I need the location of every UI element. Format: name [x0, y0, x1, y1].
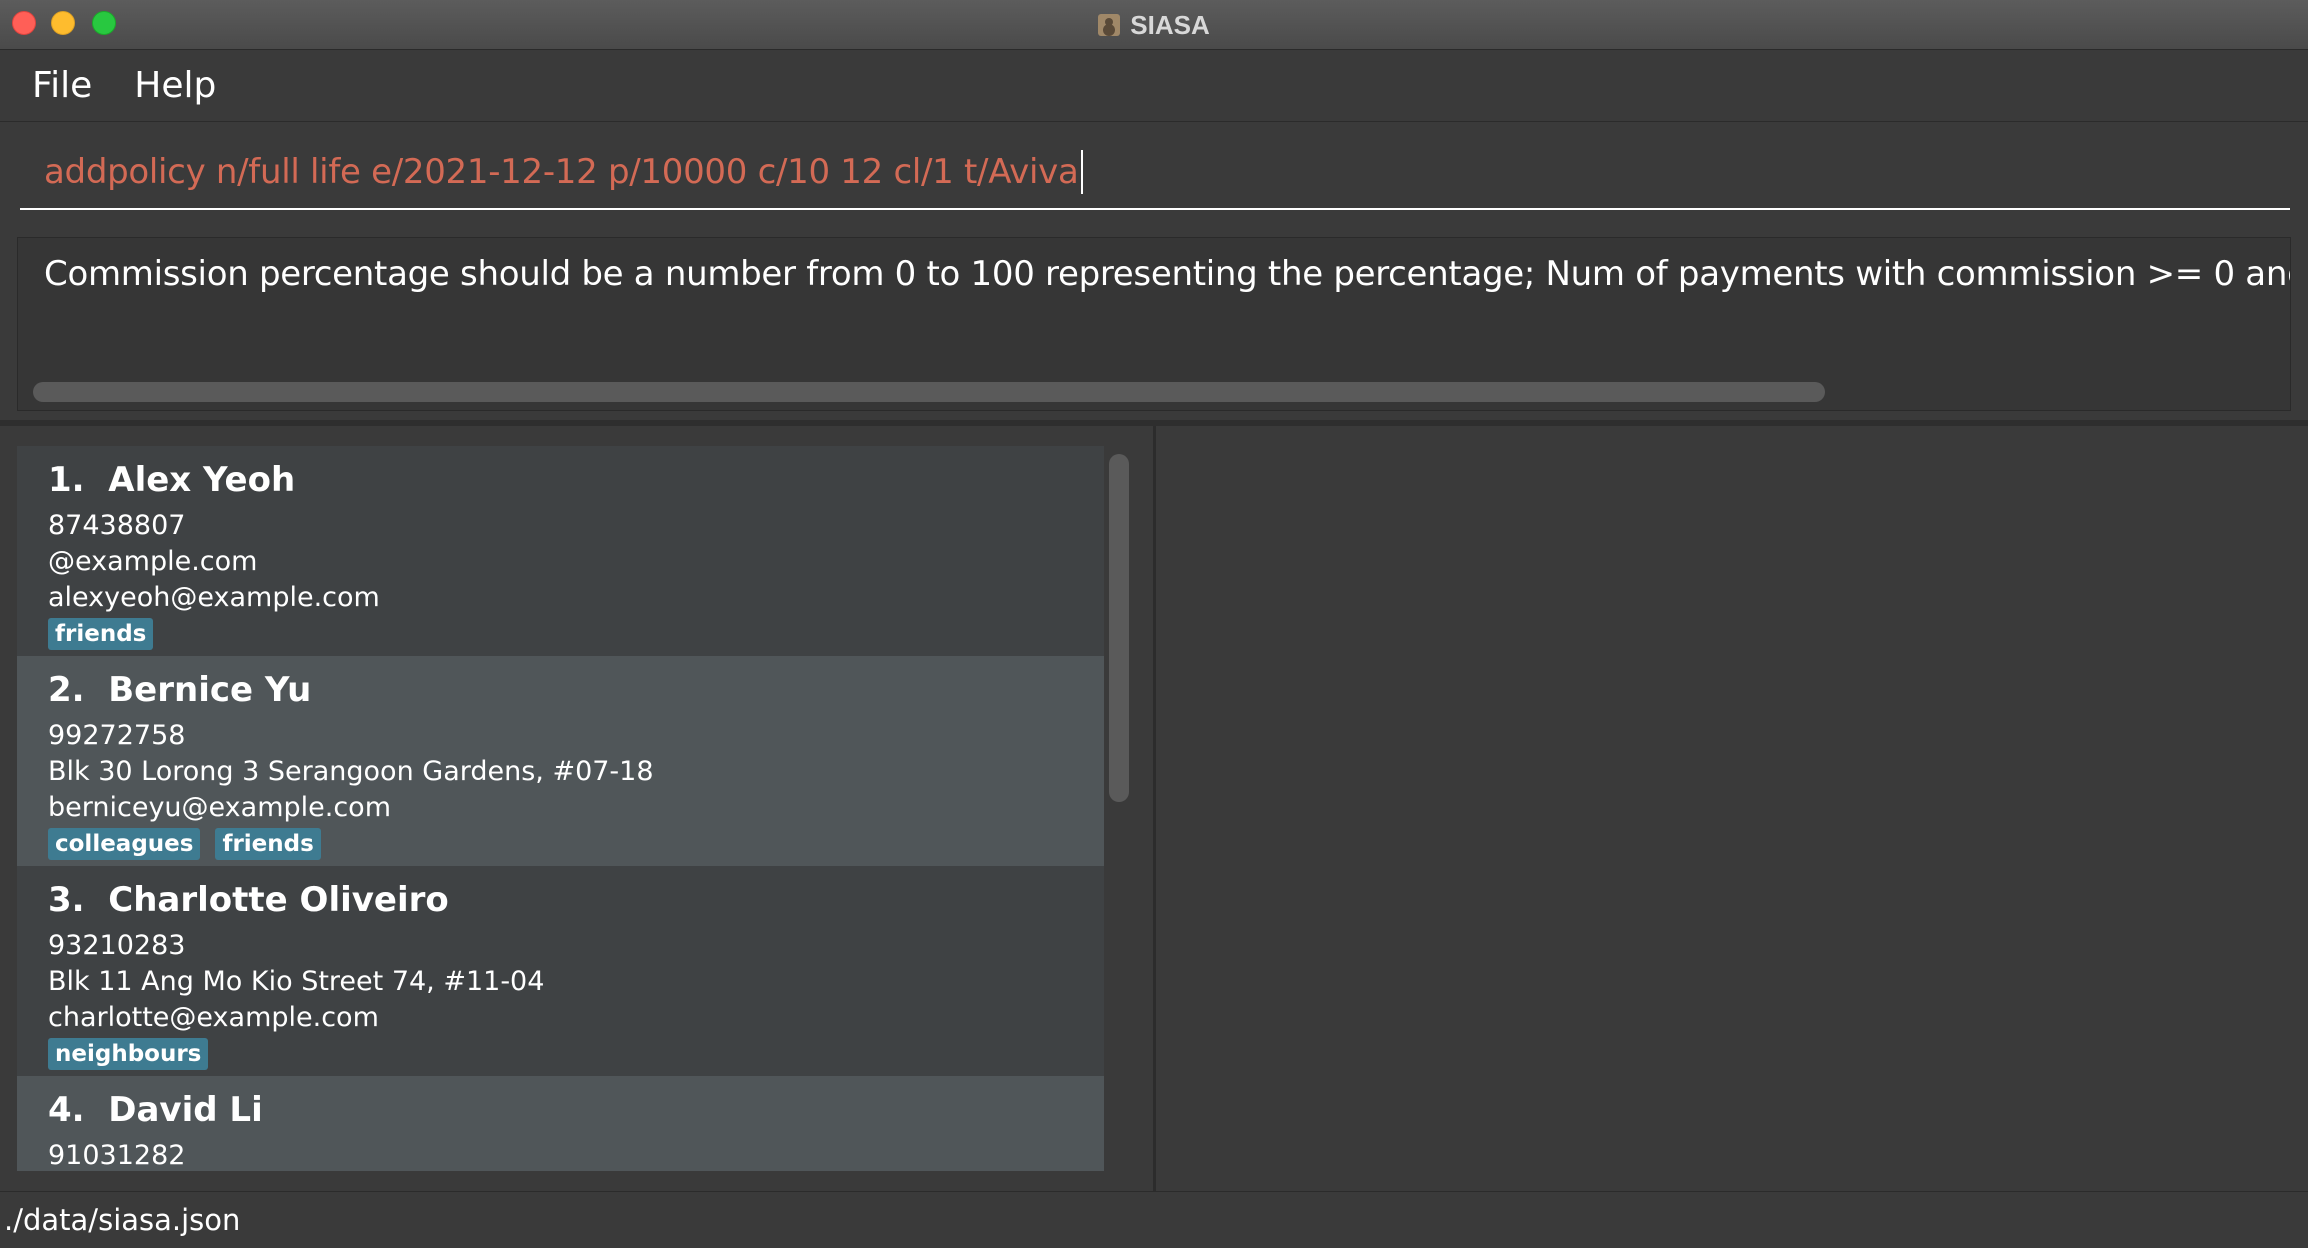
- person-tags: friends: [48, 618, 1104, 650]
- person-name: 3. Charlotte Oliveiro: [48, 880, 1104, 928]
- text-caret: [1080, 149, 1083, 194]
- person-list-vertical-scrollbar[interactable]: [1109, 454, 1129, 802]
- window-title: SIASA: [1130, 9, 1210, 40]
- person-name: 2. Bernice Yu: [48, 670, 1104, 718]
- tag-badge: friends: [48, 618, 154, 650]
- menu-bar: File Help: [0, 50, 2308, 122]
- person-name: 1. Alex Yeoh: [48, 460, 1104, 508]
- save-file-path: ./data/siasa.json: [4, 1203, 241, 1237]
- person-index: 2.: [48, 670, 85, 710]
- person-email: charlotte@example.com: [48, 1002, 379, 1033]
- person-card[interactable]: 2. Bernice Yu 99272758 Blk 30 Lorong 3 S…: [17, 656, 1104, 866]
- menu-help[interactable]: Help: [134, 65, 216, 106]
- person-card[interactable]: 3. Charlotte Oliveiro 93210283 Blk 11 An…: [17, 866, 1104, 1076]
- title-bar: SIASA: [0, 0, 2308, 50]
- tag-badge: colleagues: [48, 828, 201, 860]
- person-card[interactable]: 4. David Li 91031282: [17, 1076, 1104, 1171]
- person-list-panel: 1. Alex Yeoh 87438807 @example.com alexy…: [0, 426, 1153, 1191]
- person-name-text: David Li: [108, 1090, 263, 1130]
- tag-badge: neighbours: [48, 1038, 209, 1070]
- person-address: Blk 30 Lorong 3 Serangoon Gardens, #07-1…: [48, 756, 654, 787]
- status-bar: ./data/siasa.json: [0, 1191, 2308, 1248]
- person-name-text: Alex Yeoh: [108, 460, 296, 500]
- person-index: 3.: [48, 880, 85, 920]
- person-address: Blk 11 Ang Mo Kio Street 74, #11-04: [48, 966, 545, 997]
- person-index: 4.: [48, 1090, 85, 1130]
- person-tags: neighbours: [48, 1038, 1104, 1070]
- person-phone: 87438807: [48, 510, 186, 541]
- command-input[interactable]: addpolicy n/full life e/2021-12-12 p/100…: [20, 135, 2290, 210]
- person-index: 1.: [48, 460, 85, 500]
- result-horizontal-scrollbar[interactable]: [33, 382, 1825, 402]
- command-box-area: addpolicy n/full life e/2021-12-12 p/100…: [0, 123, 2308, 228]
- result-display: Commission percentage should be a number…: [17, 237, 2291, 411]
- person-card[interactable]: 1. Alex Yeoh 87438807 @example.com alexy…: [17, 446, 1104, 656]
- person-name-text: Bernice Yu: [108, 670, 312, 710]
- person-tags: colleagues friends: [48, 828, 1104, 860]
- menu-file[interactable]: File: [32, 65, 92, 106]
- person-list: 1. Alex Yeoh 87438807 @example.com alexy…: [17, 446, 1104, 1171]
- app-person-icon: [1098, 14, 1121, 36]
- detail-panel: [1156, 426, 2308, 1191]
- person-email: berniceyu@example.com: [48, 792, 391, 823]
- person-name-text: Charlotte Oliveiro: [108, 880, 449, 920]
- person-phone: 93210283: [48, 930, 186, 961]
- person-name: 4. David Li: [48, 1090, 1104, 1138]
- person-phone: 99272758: [48, 720, 186, 751]
- tag-badge: friends: [215, 828, 321, 860]
- command-input-text: addpolicy n/full life e/2021-12-12 p/100…: [44, 151, 1079, 192]
- result-message: Commission percentage should be a number…: [44, 254, 2291, 294]
- person-phone: 91031282: [48, 1140, 186, 1171]
- person-address: @example.com: [48, 546, 258, 577]
- person-email: alexyeoh@example.com: [48, 582, 380, 613]
- window-title-wrap: SIASA: [0, 0, 2308, 50]
